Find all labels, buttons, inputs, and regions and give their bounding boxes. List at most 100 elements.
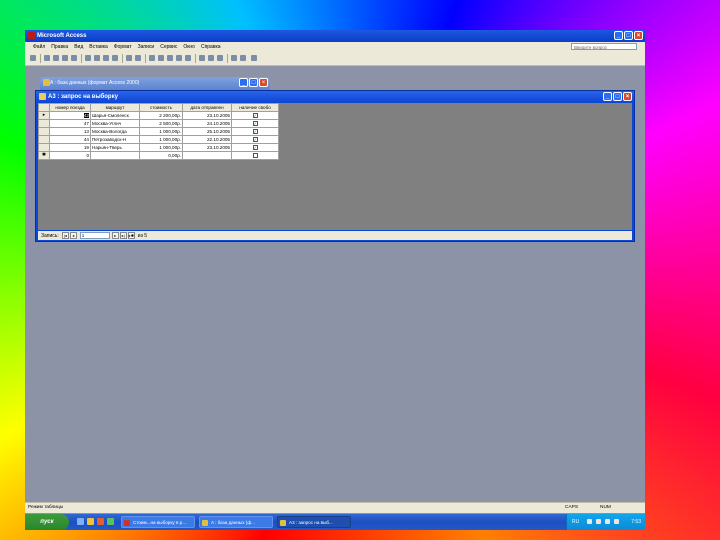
cell-departure-date[interactable]: 22.10.2005 [182, 135, 232, 144]
cell-route[interactable]: Шарья-Смоленск [90, 111, 140, 120]
table-row[interactable]: ▸ 42 Шарья-Смоленск 2 200,00р. 23.10.200… [38, 111, 279, 120]
language-indicator[interactable]: RU [572, 514, 579, 530]
column-header-free-seats[interactable]: наличие свобо [231, 103, 279, 112]
column-header-route[interactable]: маршрут [90, 103, 140, 112]
sort-ascending-icon[interactable] [149, 55, 155, 61]
tray-icon[interactable] [587, 519, 592, 524]
new-record-icon[interactable] [208, 55, 214, 61]
query-minimize-button[interactable]: _ [603, 92, 612, 101]
cell-train-number[interactable]: 44 [49, 135, 91, 144]
query-maximize-button[interactable]: □ [613, 92, 622, 101]
cell-route[interactable]: Москва-Углич [90, 119, 140, 128]
record-selector[interactable]: ▸ [38, 111, 50, 120]
column-header-train-number[interactable]: номер поезда [49, 103, 91, 112]
view-icon[interactable] [30, 55, 36, 61]
cell-cost[interactable]: 1 000,00р. [139, 127, 183, 136]
start-button[interactable]: пуск [25, 514, 69, 530]
filter-by-form-icon[interactable] [176, 55, 182, 61]
last-record-button[interactable]: ▸| [119, 232, 127, 239]
table-row[interactable]: 47 Москва-Углич 2 500,00р. 24.10.2005 ✓ [38, 119, 279, 128]
preview-icon[interactable] [62, 55, 68, 61]
quicklaunch-app-icon[interactable] [107, 518, 114, 525]
cell-cost[interactable]: 2 200,00р. [139, 111, 183, 120]
cell-route[interactable]: Москва-Вологда [90, 127, 140, 136]
table-row[interactable]: 13 Москва-Вологда 1 000,00р. 25.10.2005 … [38, 127, 279, 136]
checkbox-free-seats[interactable]: ✓ [252, 137, 258, 143]
cut-icon[interactable] [85, 55, 91, 61]
close-button[interactable]: × [634, 31, 643, 40]
cell-train-number[interactable]: 13 [49, 127, 91, 136]
first-record-button[interactable]: |◂ [61, 232, 69, 239]
undo-icon[interactable] [126, 55, 132, 61]
column-header-cost[interactable]: стоимость [139, 103, 183, 112]
quicklaunch-media-icon[interactable] [97, 518, 104, 525]
quicklaunch-ie-icon[interactable] [77, 518, 84, 525]
minimize-button[interactable]: _ [614, 31, 623, 40]
database-window[interactable]: A : база данных (формат Access 2000) _ □… [40, 77, 270, 91]
cell-free-seats[interactable]: ✓ [231, 143, 279, 152]
cell-cost[interactable]: 1 000,00р. [139, 143, 183, 152]
checkbox-free-seats[interactable]: ✓ [252, 121, 258, 127]
cell-free-seats[interactable] [231, 151, 279, 160]
volume-icon[interactable] [605, 519, 610, 524]
new-record-button[interactable]: ▸✱ [127, 232, 135, 239]
checkbox-free-seats[interactable]: ✓ [252, 113, 258, 119]
cell-train-number[interactable]: 42 [49, 111, 91, 120]
previous-record-button[interactable]: ◂ [69, 232, 77, 239]
taskbar-task-3[interactable]: А3 : запрос на выб... [277, 516, 351, 528]
apply-filter-icon[interactable] [185, 55, 191, 61]
cell-free-seats[interactable]: ✓ [231, 127, 279, 136]
cell-departure-date[interactable]: 23.10.2005 [182, 143, 232, 152]
format-painter-icon[interactable] [112, 55, 118, 61]
tray-icon[interactable] [596, 519, 601, 524]
next-record-button[interactable]: ▸ [111, 232, 119, 239]
menu-help[interactable]: Справка [198, 44, 224, 50]
query-close-button[interactable]: × [623, 92, 632, 101]
filter-by-selection-icon[interactable] [167, 55, 173, 61]
quicklaunch-desktop-icon[interactable] [87, 518, 94, 525]
menu-records[interactable]: Записи [135, 44, 158, 50]
menu-edit[interactable]: Правка [48, 44, 71, 50]
cell-free-seats[interactable]: ✓ [231, 119, 279, 128]
table-row[interactable]: 44 Петрозаводск-Н 1 000,00р. 22.10.2005 … [38, 135, 279, 144]
cell-departure-date[interactable]: 25.10.2005 [182, 127, 232, 136]
record-selector[interactable] [38, 135, 50, 144]
taskbar-task-2[interactable]: A : база данных (ф... [199, 516, 273, 528]
db-minimize-button[interactable]: _ [239, 78, 248, 87]
maximize-button[interactable]: □ [624, 31, 633, 40]
checkbox-free-seats[interactable] [252, 153, 258, 159]
cell-train-number[interactable]: 47 [49, 119, 91, 128]
cell-cost[interactable]: 0,00р. [139, 151, 183, 160]
record-selector[interactable]: ✱ [38, 151, 50, 160]
paste-icon[interactable] [103, 55, 109, 61]
menu-view[interactable]: Вид [71, 44, 86, 50]
checkbox-free-seats[interactable]: ✓ [252, 129, 258, 135]
help-icon[interactable] [251, 55, 257, 61]
database-window-icon[interactable] [231, 55, 237, 61]
db-maximize-button[interactable]: □ [249, 78, 258, 87]
print-icon[interactable] [53, 55, 59, 61]
help-search-input[interactable]: Введите вопрос [571, 43, 637, 50]
taskbar-task-1[interactable]: Стоим...на выборку в р... [121, 516, 195, 528]
cell-route[interactable]: Петрозаводск-Н [90, 135, 140, 144]
query-window[interactable]: А3 : запрос на выборку _ □ × номер поезд… [35, 90, 635, 242]
column-header-departure-date[interactable]: дата отправлен [182, 103, 232, 112]
new-record-row[interactable]: ✱ 0 0,00р. [38, 151, 279, 160]
save-icon[interactable] [44, 55, 50, 61]
menu-window[interactable]: Окно [180, 44, 198, 50]
cell-route[interactable] [90, 151, 140, 160]
menu-format[interactable]: Формат [111, 44, 135, 50]
find-icon[interactable] [199, 55, 205, 61]
menu-insert[interactable]: Вставка [86, 44, 111, 50]
checkbox-free-seats[interactable]: ✓ [252, 145, 258, 151]
cell-departure-date[interactable]: 23.10.2005 [182, 111, 232, 120]
delete-record-icon[interactable] [217, 55, 223, 61]
menu-file[interactable]: Файл [25, 44, 48, 50]
record-selector[interactable] [38, 119, 50, 128]
db-close-button[interactable]: × [259, 78, 268, 87]
cell-train-number[interactable]: 19 [49, 143, 91, 152]
record-selector[interactable] [38, 143, 50, 152]
insert-hyperlink-icon[interactable] [135, 55, 141, 61]
cell-free-seats[interactable]: ✓ [231, 111, 279, 120]
menu-tools[interactable]: Сервис [157, 44, 180, 50]
